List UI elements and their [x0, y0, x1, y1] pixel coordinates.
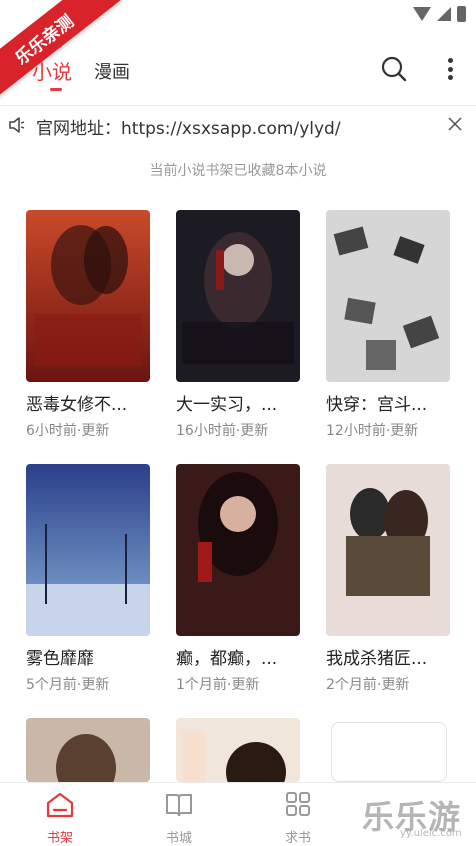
book-title: 我成杀猪匠...: [326, 649, 428, 669]
close-icon[interactable]: [447, 116, 463, 132]
notice-bar: 官网地址：https://xsxsapp.com/ylyd/: [0, 108, 476, 142]
book-updated-time: 1个月前·更新: [176, 677, 260, 693]
book-card[interactable]: [176, 718, 300, 782]
book-card[interactable]: 恶毒女修不... 6小时前·更新: [26, 210, 150, 440]
book-cover[interactable]: [176, 464, 300, 636]
book-updated-time: 5个月前·更新: [26, 677, 110, 693]
book-card[interactable]: 大一实习，... 16小时前·更新: [176, 210, 300, 440]
book-title: 大一实习，...: [176, 395, 278, 415]
signal-icon: [437, 7, 451, 21]
book-card[interactable]: [26, 718, 150, 782]
more-options-button[interactable]: [440, 56, 460, 82]
tab-bookshelf[interactable]: 书架: [30, 791, 90, 846]
book-card[interactable]: 快穿：宫斗... 12小时前·更新: [326, 210, 450, 440]
book-cover[interactable]: [176, 718, 300, 782]
book-card-placeholder[interactable]: [331, 722, 455, 782]
book-title: 快穿：宫斗...: [326, 395, 428, 415]
book-open-icon: [166, 794, 192, 817]
battery-icon: [457, 6, 466, 22]
tab-label: 书架: [46, 831, 73, 846]
search-icon: [381, 56, 407, 82]
more-dot-icon: [447, 66, 453, 72]
book-title: 恶毒女修不...: [26, 395, 128, 415]
book-cover[interactable]: [326, 464, 450, 636]
book-cover[interactable]: [26, 718, 150, 782]
search-button[interactable]: [381, 56, 407, 82]
book-card[interactable]: 我成杀猪匠... 2个月前·更新: [326, 464, 450, 694]
active-tab-indicator: [50, 88, 62, 91]
header-divider: [0, 105, 476, 106]
book-updated-time: 2个月前·更新: [326, 677, 410, 693]
status-icons: [413, 6, 466, 22]
app-header: 小说 漫画: [0, 44, 476, 102]
more-dot-icon: [447, 58, 453, 63]
book-card[interactable]: 雾色靡靡 5个月前·更新: [26, 464, 150, 694]
book-updated-time: 12小时前·更新: [326, 423, 419, 439]
book-title: 雾色靡靡: [26, 649, 94, 669]
add-book-placeholder[interactable]: [331, 722, 447, 782]
book-updated-time: 6小时前·更新: [26, 423, 110, 439]
book-title: 癫，都癫，...: [176, 649, 278, 669]
book-cover[interactable]: [176, 210, 300, 382]
wifi-icon: [413, 7, 431, 21]
book-cover[interactable]: [26, 210, 150, 382]
bookshelf-icon: [46, 792, 74, 818]
notice-text[interactable]: 官网地址：https://xsxsapp.com/ylyd/: [36, 114, 341, 139]
tab-request-book[interactable]: 求书: [268, 791, 328, 846]
book-card[interactable]: 癫，都癫，... 1个月前·更新: [176, 464, 300, 694]
book-updated-time: 16小时前·更新: [176, 423, 269, 439]
speaker-icon: [9, 117, 25, 133]
more-dot-icon: [447, 75, 453, 80]
shelf-summary: 当前小说书架已收藏8本小说: [149, 163, 327, 179]
tab-bookstore[interactable]: 书城: [149, 791, 209, 846]
grid-icon: [286, 792, 310, 816]
tab-label: 求书: [284, 831, 311, 846]
book-cover[interactable]: [326, 210, 450, 382]
book-cover[interactable]: [26, 464, 150, 636]
watermark-url: yy.ulelc.com: [400, 828, 462, 839]
tab-comic[interactable]: 漫画: [94, 58, 130, 84]
tab-label: 书城: [165, 831, 192, 846]
